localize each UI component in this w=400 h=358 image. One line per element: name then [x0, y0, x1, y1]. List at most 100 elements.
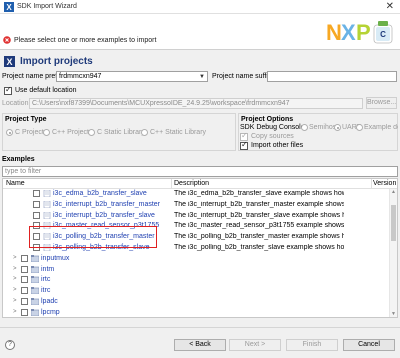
row-description: The i3c_edma_b2b_transfer_slave example …: [174, 190, 344, 197]
nxp-logo: N X P C: [326, 20, 393, 45]
browse-button[interactable]: Browse...: [366, 97, 397, 109]
row-checkbox[interactable]: [33, 211, 40, 219]
project-type-title: Project Type: [5, 116, 47, 123]
page-title-area: X Import projects: [4, 56, 93, 68]
radio-cpp-project[interactable]: [43, 129, 50, 136]
row-checkbox[interactable]: [21, 265, 28, 273]
row-name: lpcmp: [41, 308, 60, 316]
next-button[interactable]: Next >: [229, 339, 281, 351]
row-name: lpadc: [41, 298, 58, 305]
column-separator[interactable]: [171, 179, 172, 189]
filter-placeholder: type to filter: [5, 168, 42, 175]
row-description: The i3c_interrupt_b2b_transfer_master ex…: [174, 200, 344, 208]
row-checkbox[interactable]: [21, 276, 28, 284]
vertical-scrollbar[interactable]: ▲ ▼: [389, 189, 397, 317]
radio-uart[interactable]: [334, 124, 341, 131]
name-suffix-input[interactable]: [267, 71, 397, 82]
location-value: C:\Users\nxf87399\Documents\MCUXpressoID…: [32, 100, 290, 107]
name-prefix-value: frdmmcxn947: [59, 73, 102, 80]
tree-folder-row[interactable]: > inputmux: [3, 254, 383, 264]
radio-c-project[interactable]: [6, 129, 13, 136]
column-version[interactable]: Version: [373, 180, 396, 187]
svg-text:N: N: [326, 20, 342, 45]
tree-folder-row[interactable]: > itrc: [3, 286, 383, 296]
folder-icon: [31, 308, 39, 316]
row-checkbox[interactable]: [33, 200, 40, 208]
window-title: SDK Import Wizard: [17, 3, 77, 10]
row-name: irtc: [41, 276, 51, 284]
expand-icon[interactable]: >: [13, 255, 17, 261]
row-checkbox[interactable]: [21, 308, 28, 316]
row-checkbox[interactable]: [21, 287, 28, 295]
tree-folder-row[interactable]: > intm: [3, 265, 383, 275]
row-description: The i3c_master_read_sensor_p3t1755 examp…: [174, 222, 344, 230]
project-icon: [43, 200, 51, 208]
folder-icon: [31, 298, 39, 305]
wizard-footer: ? < Back Next > Finish Cancel: [0, 327, 400, 358]
location-label: Location: [2, 100, 29, 107]
scroll-up-icon[interactable]: ▲: [391, 189, 396, 195]
tree-folder-row[interactable]: > lpadc: [3, 297, 383, 307]
debug-console-label: SDK Debug Console: [240, 124, 305, 131]
use-default-location-label: Use default location: [15, 87, 77, 94]
back-button[interactable]: < Back: [174, 339, 226, 351]
row-name: itrc: [41, 287, 51, 295]
column-separator[interactable]: [371, 179, 372, 189]
finish-button[interactable]: Finish: [286, 339, 338, 351]
svg-text:X: X: [341, 20, 356, 45]
table-row[interactable]: i3c_edma_b2b_transfer_slave The i3c_edma_…: [3, 189, 383, 199]
tree-folder-row[interactable]: > lpcmp: [3, 308, 383, 317]
import-other-files-checkbox[interactable]: [240, 140, 248, 150]
folder-icon: [31, 265, 39, 273]
page-title: Import projects: [19, 56, 93, 67]
folder-icon: [31, 254, 39, 262]
project-icon: [43, 211, 51, 219]
table-row[interactable]: i3c_interrupt_b2b_transfer_master The i3c…: [3, 200, 383, 210]
radio-semihost[interactable]: [301, 124, 308, 131]
scroll-down-icon[interactable]: ▼: [391, 311, 396, 317]
expand-icon[interactable]: >: [13, 266, 17, 272]
option-cpp-static-library: C++ Static Library: [150, 129, 207, 136]
header-message: Please select one or more examples to im…: [14, 37, 157, 44]
name-prefix-label: Project name prefix:: [2, 73, 65, 80]
option-example-default: Example default: [364, 124, 398, 131]
svg-text:C: C: [380, 30, 386, 39]
highlight-box: [29, 226, 157, 248]
folder-icon: [31, 276, 39, 284]
row-name: intm: [41, 265, 55, 273]
chevron-down-icon[interactable]: ▼: [199, 74, 205, 80]
name-prefix-input[interactable]: frdmmcxn947 ▼: [56, 71, 208, 82]
name-suffix-label: Project name suffix:: [212, 73, 274, 80]
scrollbar-thumb[interactable]: [391, 205, 396, 241]
svg-text:X: X: [6, 57, 12, 67]
row-name: i3c_interrupt_b2b_transfer_slave: [53, 211, 155, 219]
row-description: The i3c_interrupt_b2b_transfer_slave exa…: [174, 211, 344, 219]
row-name: i3c_interrupt_b2b_transfer_master: [53, 200, 161, 208]
cancel-button[interactable]: Cancel: [343, 339, 395, 351]
examples-title: Examples: [2, 156, 35, 163]
help-icon[interactable]: ?: [5, 340, 15, 350]
expand-icon[interactable]: >: [13, 287, 17, 293]
radio-cpp-static-library[interactable]: [141, 129, 148, 136]
radio-c-static-library[interactable]: [88, 129, 95, 136]
column-name[interactable]: Name: [6, 180, 25, 187]
row-checkbox[interactable]: [21, 298, 28, 305]
column-description[interactable]: Description: [174, 180, 209, 187]
close-icon[interactable]: ✕: [386, 1, 394, 12]
use-default-location-checkbox[interactable]: [4, 85, 12, 95]
tree-folder-row[interactable]: > irtc: [3, 275, 383, 285]
option-cpp-project: C++ Project: [52, 129, 89, 136]
project-options-title: Project Options: [241, 116, 294, 123]
import-other-files-label: Import other files: [251, 142, 304, 149]
filter-input[interactable]: type to filter: [2, 166, 398, 177]
wizard-header: Please select one or more examples to im…: [0, 14, 400, 50]
expand-icon[interactable]: >: [13, 276, 17, 282]
expand-icon[interactable]: >: [13, 298, 17, 304]
location-input[interactable]: C:\Users\nxf87399\Documents\MCUXpressoID…: [29, 98, 363, 109]
radio-example-default[interactable]: [356, 124, 363, 131]
row-checkbox[interactable]: [33, 190, 40, 197]
expand-icon[interactable]: >: [13, 309, 17, 315]
copy-sources-label: Copy sources: [251, 133, 294, 140]
table-row[interactable]: i3c_interrupt_b2b_transfer_slave The i3c_…: [3, 211, 383, 221]
row-checkbox[interactable]: [21, 254, 28, 262]
